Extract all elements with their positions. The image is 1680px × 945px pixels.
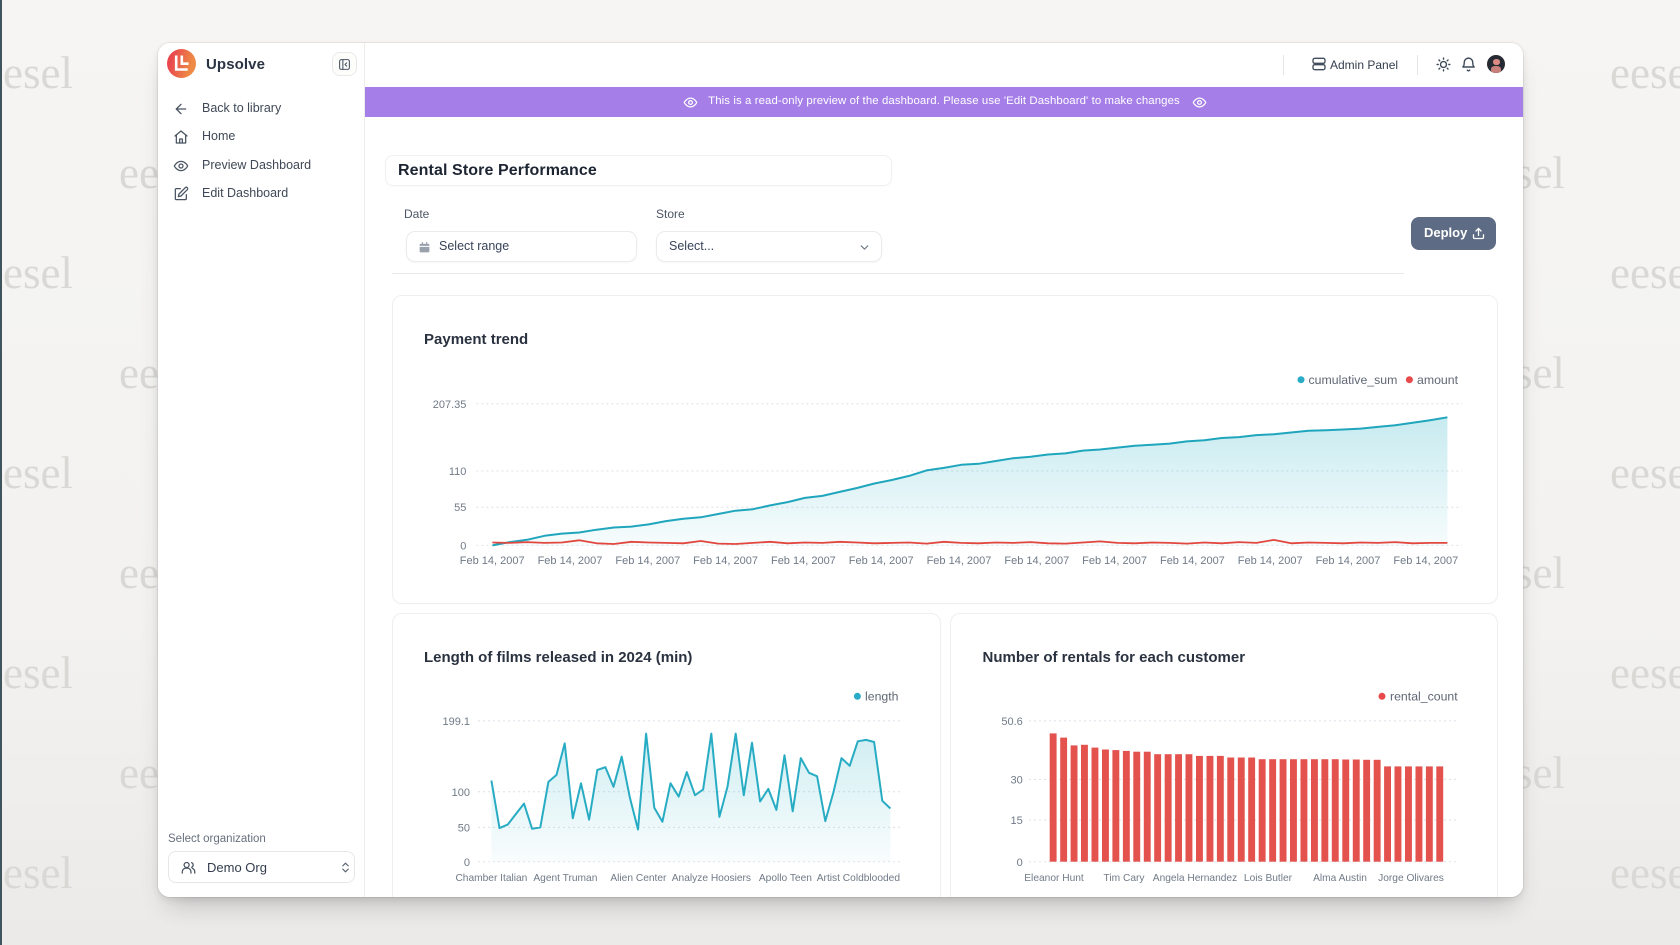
svg-text:Number of rentals for each cus: Number of rentals for each customer [983, 649, 1246, 666]
svg-text:Lois Butler: Lois Butler [1244, 873, 1293, 884]
svg-text:Feb 14, 2007: Feb 14, 2007 [1393, 555, 1458, 567]
svg-text:Artist Coldblooded: Artist Coldblooded [817, 873, 901, 884]
svg-text:Chamber Italian: Chamber Italian [455, 873, 527, 884]
svg-text:Tim Cary: Tim Cary [1104, 873, 1146, 884]
svg-text:eesel: eesel [1610, 248, 1680, 298]
svg-text:Feb 14, 2007: Feb 14, 2007 [460, 555, 525, 567]
svg-text:eesel: eesel [0, 648, 73, 698]
svg-text:Feb 14, 2007: Feb 14, 2007 [1316, 555, 1381, 567]
svg-text:eesel: eesel [1610, 648, 1680, 698]
svg-text:Alma Austin: Alma Austin [1313, 873, 1367, 884]
svg-text:199.1: 199.1 [442, 716, 470, 728]
svg-text:15: 15 [1011, 815, 1023, 827]
svg-text:Feb 14, 2007: Feb 14, 2007 [849, 555, 914, 567]
svg-text:Feb 14, 2007: Feb 14, 2007 [538, 555, 603, 567]
svg-text:Feb 14, 2007: Feb 14, 2007 [771, 555, 836, 567]
svg-text:207.35: 207.35 [433, 399, 467, 411]
svg-text:55: 55 [454, 502, 466, 514]
svg-text:Feb 14, 2007: Feb 14, 2007 [615, 555, 680, 567]
svg-text:Apollo Teen: Apollo Teen [759, 873, 812, 884]
svg-text:eesel: eesel [0, 448, 73, 498]
svg-text:Feb 14, 2007: Feb 14, 2007 [1160, 555, 1225, 567]
svg-text:0: 0 [460, 541, 466, 553]
svg-text:Feb 14, 2007: Feb 14, 2007 [927, 555, 992, 567]
svg-text:eesel: eesel [1610, 448, 1680, 498]
svg-text:cumulative_sum: cumulative_sum [1309, 373, 1398, 387]
svg-text:100: 100 [452, 787, 470, 799]
svg-text:Feb 14, 2007: Feb 14, 2007 [1238, 555, 1303, 567]
svg-text:eesel: eesel [0, 248, 73, 298]
svg-text:30: 30 [1011, 775, 1023, 787]
svg-text:110: 110 [449, 466, 467, 478]
svg-text:eesel: eesel [0, 848, 73, 898]
svg-text:rental_count: rental_count [1390, 690, 1458, 704]
svg-text:eesel: eesel [1610, 848, 1680, 898]
svg-text:Agent Truman: Agent Truman [533, 873, 597, 884]
svg-text:50: 50 [458, 823, 470, 835]
svg-text:0: 0 [1017, 857, 1023, 869]
svg-text:Feb 14, 2007: Feb 14, 2007 [1004, 555, 1069, 567]
svg-text:length: length [865, 690, 899, 704]
svg-text:Length of films released in 20: Length of films released in 2024 (min) [424, 649, 692, 666]
svg-text:Payment trend: Payment trend [424, 331, 528, 348]
svg-text:Jorge Olivares: Jorge Olivares [1378, 873, 1444, 884]
svg-text:Feb 14, 2007: Feb 14, 2007 [1082, 555, 1147, 567]
svg-text:Alien Center: Alien Center [610, 873, 667, 884]
svg-text:eesel: eesel [1610, 48, 1680, 98]
svg-text:eesel: eesel [0, 48, 73, 98]
svg-text:amount: amount [1417, 373, 1459, 387]
svg-text:Angela Hernandez: Angela Hernandez [1153, 873, 1237, 884]
svg-text:Feb 14, 2007: Feb 14, 2007 [693, 555, 758, 567]
svg-text:0: 0 [464, 857, 470, 869]
svg-text:Analyze Hoosiers: Analyze Hoosiers [672, 873, 751, 884]
svg-text:50.6: 50.6 [1001, 716, 1022, 728]
svg-text:Eleanor Hunt: Eleanor Hunt [1024, 873, 1084, 884]
